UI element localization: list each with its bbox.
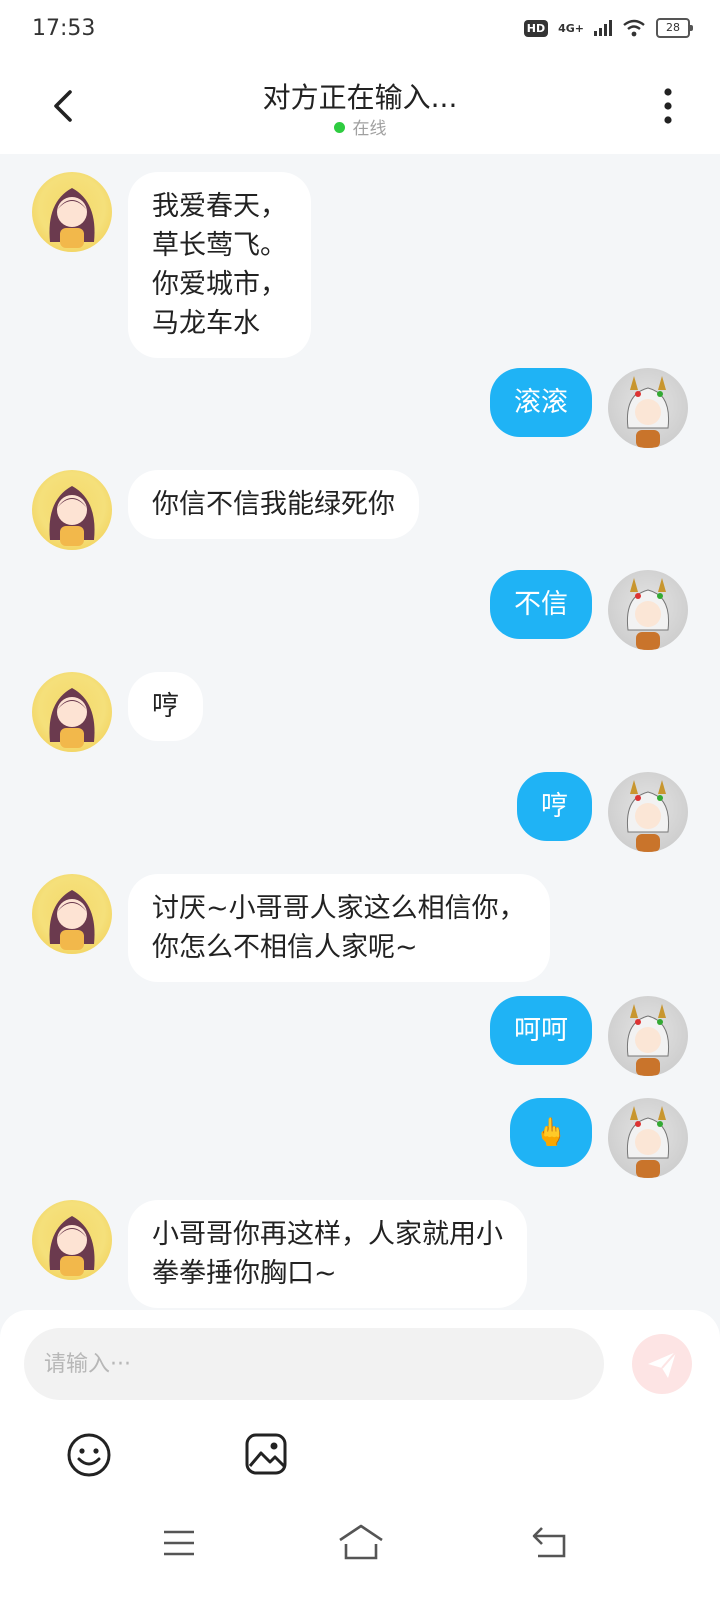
message-incoming: 哼 <box>32 672 203 752</box>
boy-avatar-icon <box>626 1106 670 1178</box>
avatar[interactable] <box>32 1200 112 1280</box>
boy-avatar-icon <box>626 578 670 650</box>
girl-avatar-icon <box>49 890 95 950</box>
wifi-icon <box>623 19 645 37</box>
page-title: 对方正在输入... <box>262 81 458 114</box>
boy-avatar-icon <box>626 1004 670 1076</box>
message-bubble[interactable]: 🖕 <box>510 1098 592 1167</box>
message-bubble[interactable]: 讨厌~小哥哥人家这么相信你， 你怎么不相信人家呢~ <box>128 874 550 982</box>
avatar[interactable] <box>608 772 688 852</box>
message-outgoing: 不信 <box>490 570 688 650</box>
send-button[interactable] <box>632 1334 692 1394</box>
avatar[interactable] <box>608 570 688 650</box>
signal-icon <box>594 20 612 36</box>
girl-avatar-icon <box>49 486 95 546</box>
avatar[interactable] <box>32 470 112 550</box>
message-outgoing: 🖕 <box>510 1098 688 1178</box>
message-outgoing: 哼 <box>517 772 688 852</box>
network-label: 4G+ <box>558 21 584 35</box>
avatar[interactable] <box>608 996 688 1076</box>
boy-avatar-icon <box>626 780 670 852</box>
message-bubble[interactable]: 不信 <box>490 570 592 639</box>
message-incoming: 小哥哥你再这样，人家就用小 拳拳捶你胸口~ <box>32 1200 527 1308</box>
more-vertical-icon[interactable] <box>656 86 680 126</box>
status-time: 17:53 <box>32 16 96 41</box>
girl-avatar-icon <box>49 1216 95 1276</box>
chat-header: 对方正在输入... 在线 <box>0 58 720 154</box>
message-bubble[interactable]: 滚滚 <box>490 368 592 437</box>
avatar[interactable] <box>32 874 112 954</box>
message-bubble[interactable]: 呵呵 <box>490 996 592 1065</box>
message-outgoing: 滚滚 <box>490 368 688 448</box>
image-icon[interactable] <box>244 1432 288 1476</box>
message-bubble[interactable]: 哼 <box>517 772 592 841</box>
back-arrow-icon[interactable] <box>530 1524 570 1560</box>
message-incoming: 我爱春天， 草长莺飞。 你爱城市， 马龙车水 <box>32 172 311 358</box>
menu-icon[interactable] <box>162 1528 196 1558</box>
avatar[interactable] <box>608 1098 688 1178</box>
hd-badge: HD <box>523 19 549 37</box>
online-dot-icon <box>333 122 345 133</box>
message-bubble[interactable]: 哼 <box>128 672 203 741</box>
status-icons: HD 4G+ 28 <box>523 18 693 38</box>
message-bubble[interactable]: 我爱春天， 草长莺飞。 你爱城市， 马龙车水 <box>128 172 311 358</box>
message-incoming: 讨厌~小哥哥人家这么相信你， 你怎么不相信人家呢~ <box>32 874 550 982</box>
message-bubble[interactable]: 你信不信我能绿死你 <box>128 470 419 539</box>
avatar[interactable] <box>608 368 688 448</box>
avatar[interactable] <box>32 172 112 252</box>
message-bubble[interactable]: 小哥哥你再这样，人家就用小 拳拳捶你胸口~ <box>128 1200 527 1308</box>
status-bar: 17:53 HD 4G+ 28 <box>0 0 720 58</box>
online-status: 在线 <box>0 114 720 139</box>
message-input[interactable] <box>24 1328 604 1400</box>
home-icon[interactable] <box>336 1522 386 1562</box>
online-status-label: 在线 <box>352 119 387 139</box>
boy-avatar-icon <box>626 376 670 448</box>
message-incoming: 你信不信我能绿死你 <box>32 470 419 550</box>
smiley-icon[interactable] <box>66 1432 112 1478</box>
message-outgoing: 呵呵 <box>490 996 688 1076</box>
battery-indicator: 28 <box>656 18 693 38</box>
system-nav-bar <box>0 1500 720 1600</box>
chat-message-list[interactable]: 我爱春天， 草长莺飞。 你爱城市， 马龙车水 滚滚 你信不信我能绿死你 不信 哼… <box>0 154 720 1310</box>
input-panel <box>0 1310 720 1500</box>
girl-avatar-icon <box>49 188 95 248</box>
girl-avatar-icon <box>49 688 95 748</box>
paper-plane-icon <box>648 1351 677 1378</box>
avatar[interactable] <box>32 672 112 752</box>
